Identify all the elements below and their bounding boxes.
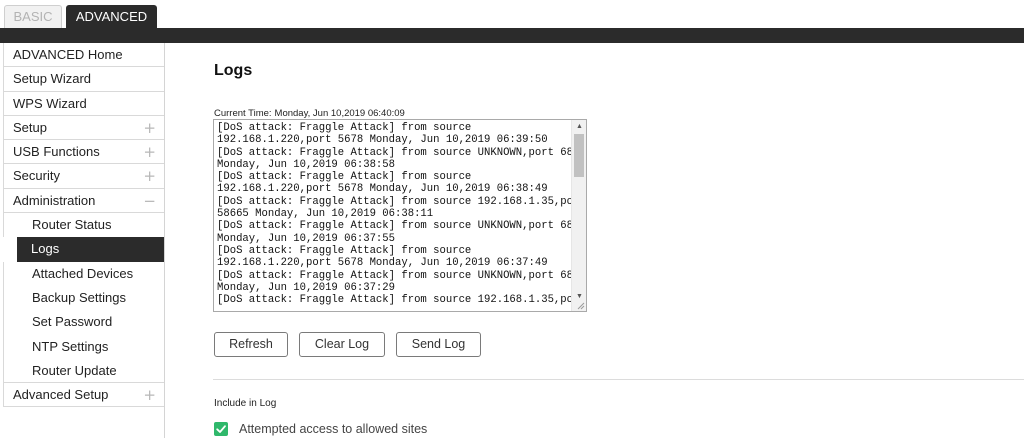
current-time-label: Current Time: bbox=[214, 108, 272, 119]
sidebar-item-label: WPS Wizard bbox=[13, 95, 87, 111]
log-scrollbar[interactable]: ▲ ▼ bbox=[571, 120, 586, 311]
sidebar-item-label: USB Functions bbox=[13, 144, 100, 160]
sidebar-subitem-ntp-settings[interactable]: NTP Settings bbox=[3, 334, 164, 359]
sidebar-subitem-logs[interactable]: Logs bbox=[17, 237, 164, 262]
current-time: Current Time: Monday, Jun 10,2019 06:40:0… bbox=[214, 108, 405, 119]
sidebar-subitem-backup-settings[interactable]: Backup Settings bbox=[3, 285, 164, 311]
sidebar-item-label: Administration bbox=[13, 192, 96, 208]
expand-plus-icon[interactable]: + bbox=[143, 383, 156, 407]
tab-advanced[interactable]: ADVANCED bbox=[66, 5, 157, 29]
header-bar bbox=[0, 28, 1024, 43]
sidebar-item-setup[interactable]: Setup + bbox=[3, 115, 164, 141]
allowed-sites-label[interactable]: Attempted access to allowed sites bbox=[239, 422, 427, 436]
log-text: [DoS attack: Fraggle Attack] from source… bbox=[217, 122, 586, 307]
sidebar-subitem-set-password[interactable]: Set Password bbox=[3, 310, 164, 335]
expand-plus-icon[interactable]: + bbox=[143, 140, 156, 164]
sidebar-subitem-router-status[interactable]: Router Status bbox=[3, 213, 164, 238]
collapse-minus-icon[interactable]: − bbox=[143, 189, 156, 213]
sidebar-item-label: Setup Wizard bbox=[13, 71, 92, 87]
sidebar-item-advanced-home[interactable]: ADVANCED Home bbox=[3, 43, 164, 68]
clear-log-button[interactable]: Clear Log bbox=[299, 332, 385, 357]
section-divider bbox=[213, 379, 1024, 380]
sidebar-item-label: Setup bbox=[13, 119, 47, 135]
sidebar-item-setup-wizard[interactable]: Setup Wizard bbox=[3, 67, 164, 92]
sidebar-item-label: Security bbox=[13, 168, 60, 184]
refresh-button[interactable]: Refresh bbox=[214, 332, 288, 357]
resize-grip-icon[interactable] bbox=[576, 301, 585, 310]
sidebar-item-security[interactable]: Security + bbox=[3, 164, 164, 189]
scroll-thumb[interactable] bbox=[574, 134, 584, 177]
current-time-value: Monday, Jun 10,2019 06:40:09 bbox=[274, 108, 405, 119]
sidebar-item-wps-wizard[interactable]: WPS Wizard bbox=[3, 91, 164, 116]
log-textarea[interactable]: [DoS attack: Fraggle Attack] from source… bbox=[213, 119, 587, 312]
page-title: Logs bbox=[214, 62, 253, 79]
checkmark-icon bbox=[216, 425, 226, 433]
scroll-up-arrow-icon[interactable]: ▲ bbox=[572, 120, 586, 134]
send-log-button[interactable]: Send Log bbox=[396, 332, 481, 357]
expand-plus-icon[interactable]: + bbox=[143, 164, 156, 188]
tab-basic[interactable]: BASIC bbox=[4, 5, 62, 29]
expand-plus-icon[interactable]: + bbox=[143, 116, 156, 140]
allowed-sites-checkbox[interactable] bbox=[214, 422, 228, 436]
sidebar-item-label: ADVANCED Home bbox=[13, 47, 123, 62]
sidebar-item-usb-functions[interactable]: USB Functions + bbox=[3, 140, 164, 165]
sidebar-item-administration[interactable]: Administration − bbox=[3, 188, 164, 214]
sidebar-subitem-router-update[interactable]: Router Update bbox=[3, 358, 164, 384]
sidebar-item-label: Advanced Setup bbox=[13, 387, 109, 403]
sidebar-subitem-attached-devices[interactable]: Attached Devices bbox=[3, 261, 164, 286]
sidebar-item-advanced-setup[interactable]: Advanced Setup + bbox=[3, 383, 164, 408]
top-tab-bar: BASIC ADVANCED bbox=[0, 0, 1024, 29]
sidebar-nav: ADVANCED Home Setup Wizard WPS Wizard Se… bbox=[3, 43, 165, 438]
include-in-log-heading: Include in Log bbox=[214, 398, 277, 409]
